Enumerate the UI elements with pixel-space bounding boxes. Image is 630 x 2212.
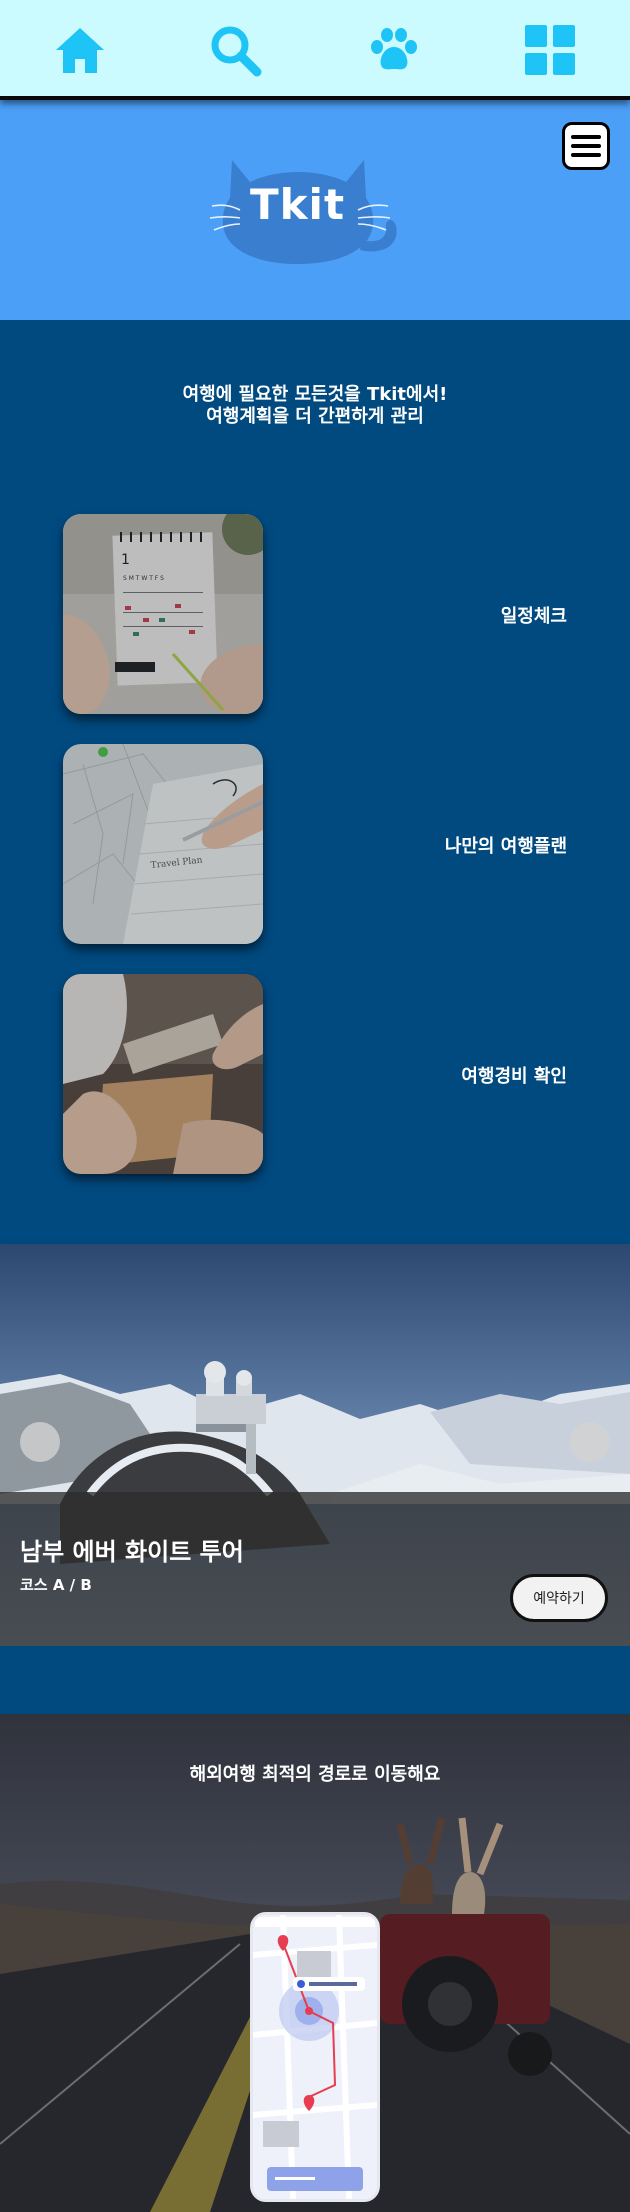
logo-text: Tkit	[249, 180, 346, 229]
hamburger-icon	[571, 135, 601, 139]
features-section: 여행에 필요한 모든것을 Tkit에서! 여행계획을 더 간편하게 관리 1 S…	[0, 320, 630, 1244]
grid-icon	[525, 25, 575, 75]
tkit-logo[interactable]: Tkit	[210, 140, 420, 270]
hamburger-bar	[571, 144, 601, 148]
feature-label: 나만의 여행플랜	[444, 836, 567, 857]
feature-label: 일정체크	[500, 606, 567, 627]
calendar-photo: 1 S M T W T F S	[63, 514, 263, 714]
carousel-prev-button[interactable]	[20, 1422, 60, 1462]
feature-label: 여행경비 확인	[461, 1066, 567, 1087]
card-payment-photo	[63, 974, 263, 1174]
nav-home-button[interactable]	[52, 22, 108, 78]
nav-search-button[interactable]	[207, 22, 263, 78]
tour-caption-panel	[0, 1492, 630, 1646]
paw-icon	[371, 28, 417, 70]
tour-carousel[interactable]: 남부 에버 화이트 투어 코스 A / B 예약하기	[0, 1244, 630, 1646]
features-tagline: 여행에 필요한 모든것을 Tkit에서! 여행계획을 더 간편하게 관리	[0, 384, 630, 428]
nav-community-button[interactable]	[366, 22, 422, 78]
feature-expense-check[interactable]: 여행경비 확인	[63, 974, 567, 1174]
route-map-app-screen	[250, 1912, 380, 2202]
tour-title: 남부 에버 화이트 투어	[20, 1538, 244, 1566]
route-section: 해외여행 최적의 경로로 이동해요	[0, 1714, 630, 2212]
book-button[interactable]: 예약하기	[510, 1574, 608, 1622]
nav-menu-button[interactable]	[522, 22, 578, 78]
section-divider	[0, 1646, 630, 1714]
tagline-line-1: 여행에 필요한 모든것을 Tkit에서!	[182, 384, 448, 405]
hamburger-bar	[571, 153, 601, 157]
top-nav	[0, 0, 630, 100]
search-icon	[211, 26, 262, 77]
feature-schedule-check[interactable]: 1 S M T W T F S 일정체크	[63, 514, 567, 714]
home-icon	[56, 28, 104, 73]
carousel-next-button[interactable]	[570, 1422, 610, 1462]
tour-course: 코스 A / B	[20, 1576, 92, 1594]
hamburger-menu-button[interactable]	[562, 122, 610, 170]
route-title: 해외여행 최적의 경로로 이동해요	[189, 1764, 441, 1785]
tagline-line-2: 여행계획을 더 간편하게 관리	[206, 406, 424, 427]
header-banner: Tkit	[0, 100, 630, 320]
map-planning-photo: Travel Plan	[63, 744, 263, 944]
feature-my-travel-plan[interactable]: Travel Plan 나만의 여행플랜	[63, 744, 567, 944]
